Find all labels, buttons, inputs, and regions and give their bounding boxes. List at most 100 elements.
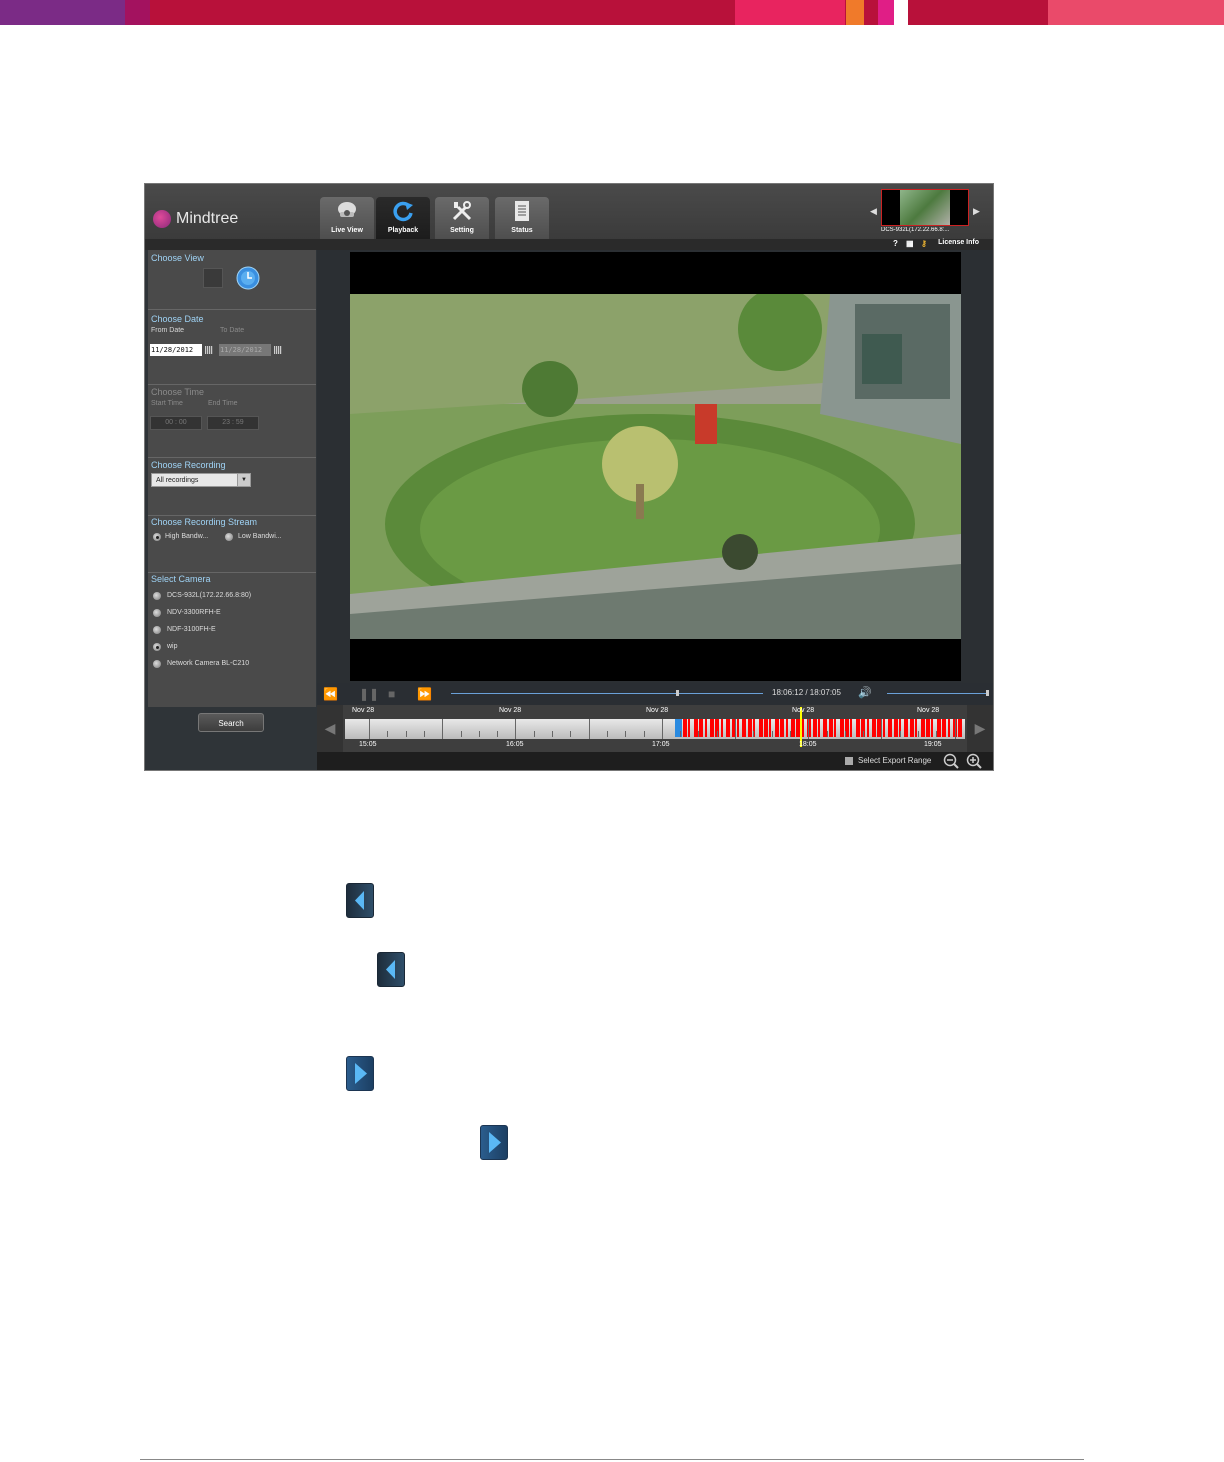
camera-radio[interactable]	[153, 643, 161, 651]
recording-segment	[828, 719, 833, 737]
timeline-date-label: Nov 28	[792, 707, 815, 714]
volume-slider[interactable]	[887, 693, 989, 694]
timeline-tick	[369, 719, 370, 739]
recording-segment	[791, 719, 795, 737]
chevron-down-icon: ▼	[237, 474, 250, 486]
tab-label: Playback	[387, 227, 419, 234]
search-button[interactable]: Search	[198, 713, 264, 732]
recording-segment	[920, 719, 925, 737]
export-range-checkbox[interactable]	[845, 757, 853, 765]
recording-segment	[785, 719, 788, 737]
timeline-tick	[680, 731, 682, 737]
recording-segment	[942, 719, 947, 737]
player-controls: ⏪ ❚❚ ■ ⏩ 18:06:12 / 18:07:05 🔊	[317, 683, 993, 705]
volume-icon[interactable]: 🔊	[858, 686, 872, 699]
timeline-time-label: 17:05	[652, 741, 670, 748]
start-time-stepper: 00 : 00	[150, 416, 202, 430]
tab-label: Live View	[331, 227, 363, 234]
separator	[148, 309, 316, 310]
recording-segment	[926, 719, 930, 737]
refresh-icon	[393, 201, 413, 222]
choose-stream-title: Choose Recording Stream	[151, 517, 258, 527]
start-time-label: Start Time	[151, 400, 183, 407]
zoom-out-icon[interactable]	[943, 753, 959, 769]
recording-select[interactable]: All recordings ▼	[151, 473, 251, 487]
timeline-tick	[423, 731, 425, 737]
playback-progress-bar[interactable]	[451, 693, 763, 694]
help-icon[interactable]: ?	[893, 239, 898, 248]
top-bar: Mindtree Live View Playback Setting Stat…	[145, 184, 993, 239]
recording-segment	[801, 719, 804, 737]
pause-button[interactable]: ❚❚	[359, 687, 379, 701]
camera-prev-icon[interactable]: ◀	[870, 206, 877, 217]
tab-live-view[interactable]: Live View	[320, 197, 374, 239]
key-icon: ⚷	[921, 239, 927, 248]
recording-segment	[780, 719, 785, 737]
stream-high-radio[interactable]	[153, 533, 161, 541]
tab-status[interactable]: Status	[495, 197, 549, 239]
camera-radio[interactable]	[153, 609, 161, 617]
timeline-date-label: Nov 28	[646, 707, 669, 714]
recording-segment	[834, 719, 837, 737]
recording-segment	[936, 719, 941, 737]
logo-text: Mindtree	[176, 210, 239, 227]
end-time-label: End Time	[208, 400, 238, 407]
camera-thumbnail[interactable]	[881, 189, 969, 226]
recording-segment	[693, 719, 698, 737]
stop-button[interactable]: ■	[388, 687, 395, 701]
camera-radio[interactable]	[153, 592, 161, 600]
zoom-in-icon[interactable]	[966, 753, 982, 769]
camera-option-label: wip	[167, 643, 178, 650]
timeline-tick	[643, 731, 645, 737]
camera-radio[interactable]	[153, 660, 161, 668]
choose-date-title: Choose Date	[151, 314, 204, 324]
clock-view-icon[interactable]	[236, 266, 260, 290]
recording-segment	[774, 719, 779, 737]
tab-playback[interactable]: Playback	[376, 197, 430, 239]
previous-arrow-icon	[346, 883, 374, 918]
recording-segment	[866, 719, 869, 737]
choose-view-title: Choose View	[151, 253, 204, 263]
recording-segment	[812, 719, 817, 737]
separator	[148, 515, 316, 516]
timeline-next-icon[interactable]: ▶	[967, 705, 993, 752]
rewind-button[interactable]: ⏪	[323, 687, 338, 701]
grid-view-button[interactable]	[203, 268, 223, 288]
tab-setting[interactable]: Setting	[435, 197, 489, 239]
playback-progress-handle[interactable]	[675, 690, 679, 696]
video-player[interactable]	[350, 252, 961, 681]
license-info-link[interactable]: License Info	[938, 239, 979, 246]
recording-segment	[710, 719, 714, 737]
camera-radio[interactable]	[153, 626, 161, 634]
recording-segment	[758, 719, 763, 737]
recording-segment	[872, 719, 876, 737]
timeline-tick	[478, 731, 480, 737]
timeline-tick	[716, 731, 718, 737]
recording-segment	[720, 719, 723, 737]
timeline-track[interactable]: Nov 28 Nov 28 Nov 28 Nov 28 Nov 28 15:05…	[345, 705, 974, 752]
recording-segment	[909, 719, 914, 737]
timeline-prev-icon[interactable]: ◀	[317, 705, 343, 752]
timeline-tick	[460, 731, 462, 737]
timeline-tick	[570, 731, 572, 737]
stream-low-radio[interactable]	[225, 533, 233, 541]
timeline-tick	[826, 731, 828, 737]
recording-segment	[888, 719, 893, 737]
from-date-field[interactable]: 11/28/2012	[150, 344, 202, 356]
camera-next-icon[interactable]: ▶	[973, 206, 980, 217]
secondary-toolbar: ? ▦ ⚷ License Info	[145, 239, 993, 250]
recording-segment	[855, 719, 860, 737]
recording-segment	[737, 719, 739, 737]
layout-icon[interactable]: ▦	[906, 239, 914, 248]
calendar-icon[interactable]	[205, 346, 213, 354]
timeline: ◀ Nov 28 Nov 28 Nov 28 Nov 28 Nov 28 15:…	[317, 705, 993, 752]
to-date-label: To Date	[220, 327, 245, 334]
recording-segment	[958, 719, 963, 737]
volume-handle[interactable]	[986, 690, 989, 696]
tab-label: Setting	[450, 227, 474, 234]
timeline-tick	[844, 731, 846, 737]
timeline-tick	[863, 731, 865, 737]
timeline-tick	[936, 731, 938, 737]
fast-forward-button[interactable]: ⏩	[417, 687, 432, 701]
timeline-time-label: 19:05	[924, 741, 942, 748]
